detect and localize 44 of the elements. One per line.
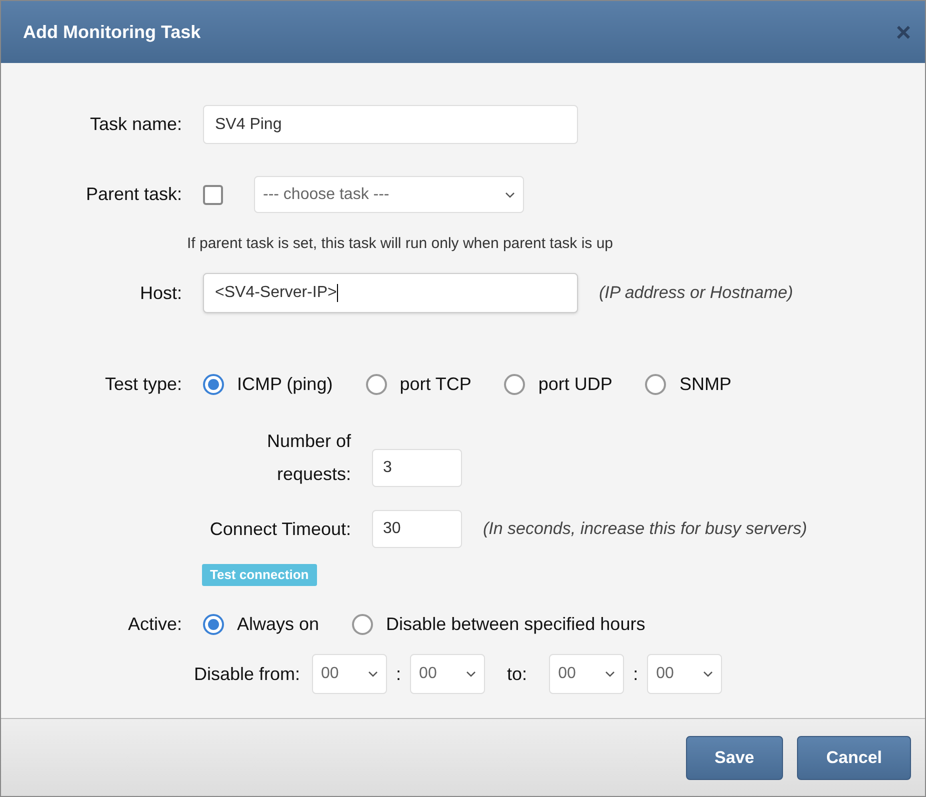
timeout-note: (In seconds, increase this for busy servers) [483, 518, 808, 540]
chevron-down-icon [368, 671, 378, 677]
time-separator: : [396, 662, 402, 686]
hint-text: If parent task is set, this task will run only when parent task is up [187, 235, 614, 252]
field-label: Active: [128, 614, 182, 634]
time-select[interactable]: 00 [410, 654, 486, 694]
chevron-down-icon [703, 671, 714, 677]
radio-label: SNMP [679, 373, 732, 396]
time-select[interactable]: 00 [647, 654, 722, 694]
checkbox[interactable] [203, 184, 223, 204]
timeout-field[interactable]: 30 [372, 510, 462, 548]
field-label: to: [507, 662, 528, 686]
radio-button[interactable] [203, 374, 224, 395]
field-label: Task name: [90, 114, 182, 134]
radio-label: Always on [237, 613, 320, 636]
radio-button[interactable] [203, 614, 224, 635]
time-select[interactable]: 00 [312, 654, 388, 694]
radio-button[interactable] [366, 374, 387, 395]
field-label: Disable from: [194, 662, 300, 686]
radio-button[interactable] [352, 614, 374, 635]
host-note: (IP address or Hostname) [599, 282, 793, 304]
task-name-field[interactable]: SV4 Ping [203, 105, 578, 144]
radio-label: port UDP [538, 373, 612, 396]
field-label: Host: [140, 282, 182, 302]
chevron-down-icon [466, 671, 476, 677]
radio-label: ICMP (ping) [237, 373, 333, 396]
dialog-title: Add Monitoring Task [23, 20, 201, 44]
radio-button[interactable] [504, 374, 526, 395]
field-label: Parent task: [86, 184, 182, 204]
field-label: Number of requests: [266, 430, 351, 486]
radio-button[interactable] [645, 374, 666, 395]
chevron-down-icon [605, 671, 616, 677]
radio-label: Disable between specified hours [386, 613, 646, 636]
radio-label: port TCP [400, 373, 472, 396]
field-label: Connect Timeout: [210, 518, 351, 538]
requests-field[interactable]: 3 [372, 449, 462, 487]
time-select[interactable]: 00 [549, 654, 624, 694]
cancel-button[interactable]: Cancel [797, 736, 911, 780]
host-field[interactable]: <SV4-Server-IP> [203, 273, 578, 313]
field-label: Test type: [104, 374, 182, 394]
save-button[interactable]: Save [686, 736, 784, 780]
time-separator: : [633, 662, 638, 686]
parent-task-select[interactable]: --- choose task --- [254, 176, 524, 213]
chevron-down-icon [505, 192, 515, 198]
